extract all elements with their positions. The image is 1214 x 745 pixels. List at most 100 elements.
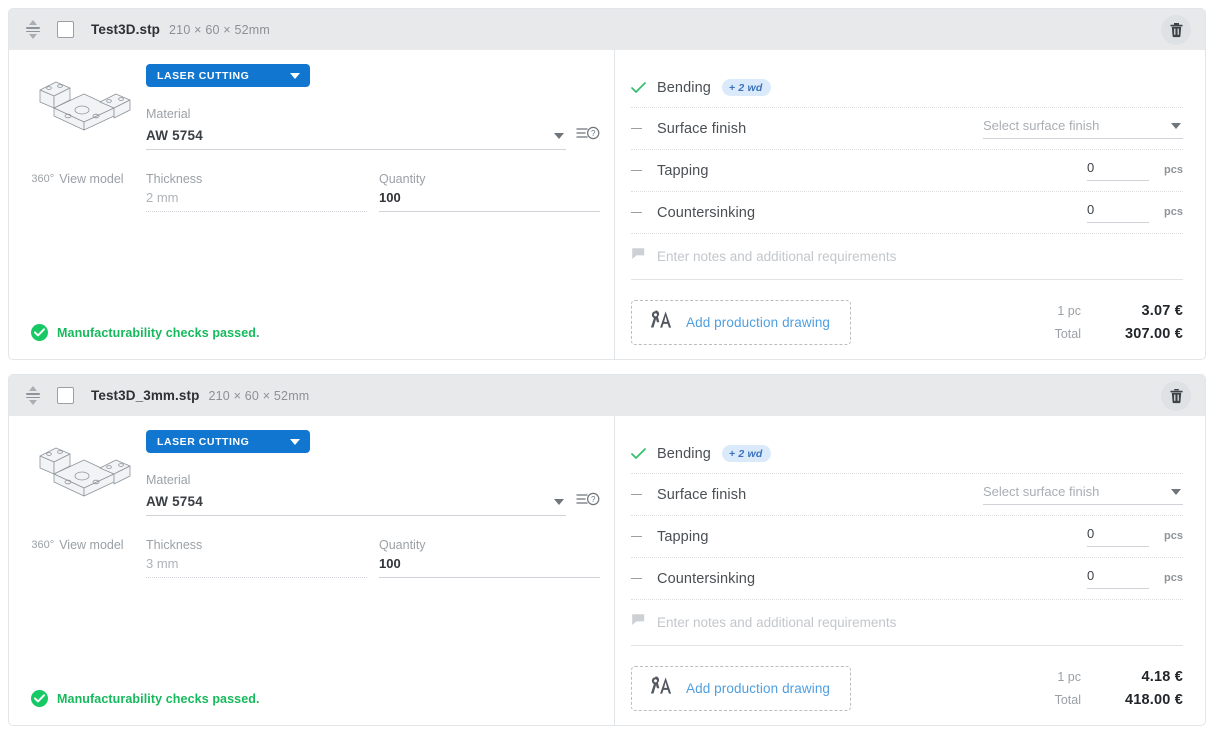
- operation-row-surface-finish[interactable]: Surface finish Select surface finish: [631, 474, 1183, 516]
- operation-row-countersinking[interactable]: Countersinking 0 pcs: [631, 192, 1183, 234]
- view-model-button[interactable]: 360° View model: [31, 172, 123, 186]
- part-file-name: Test3D.stp: [91, 22, 161, 37]
- reorder-handle-icon[interactable]: [22, 17, 44, 43]
- tapping-quantity-input[interactable]: 0: [1087, 526, 1149, 547]
- part-dimensions: 210 × 60 × 52mm: [169, 22, 270, 37]
- quantity-input[interactable]: 100: [379, 556, 600, 578]
- pricing-summary: 1 pc 4.18 € Total 418.00 €: [1055, 669, 1183, 708]
- total-price-label: Total: [1054, 327, 1081, 341]
- svg-text:?: ?: [591, 495, 596, 504]
- reorder-handle-icon[interactable]: [22, 383, 44, 409]
- card-footer: Add production drawing 1 pc 3.07 € Total…: [631, 280, 1183, 345]
- countersinking-unit: pcs: [1164, 572, 1183, 584]
- parts-list-page: Test3D.stp 210 × 60 × 52mm 360° View mod…: [0, 0, 1214, 745]
- tapping-quantity-input[interactable]: 0: [1087, 160, 1149, 181]
- countersinking-unit: pcs: [1164, 206, 1183, 218]
- part-card-body: 360° View model LASER CUTTING Material A…: [9, 50, 1205, 359]
- arrow-up-icon: [29, 19, 37, 25]
- operation-row-countersinking[interactable]: Countersinking 0 pcs: [631, 558, 1183, 600]
- select-part-checkbox[interactable]: [57, 387, 74, 404]
- drafting-compass-icon: [648, 674, 673, 703]
- dimension-fields: Thickness 3 mm Quantity 100: [146, 538, 600, 578]
- operation-row-tapping[interactable]: Tapping 0 pcs: [631, 516, 1183, 558]
- thickness-field: Thickness 3 mm: [146, 538, 367, 578]
- part-3d-thumbnail[interactable]: [22, 72, 134, 154]
- thickness-value: 2 mm: [146, 190, 367, 212]
- chevron-down-icon: [1171, 122, 1181, 129]
- material-select[interactable]: AW 5754: [146, 128, 566, 150]
- part-config-pane: 360° View model LASER CUTTING Material A…: [9, 50, 615, 359]
- notes-placeholder: Enter notes and additional requirements: [657, 249, 897, 264]
- quantity-field[interactable]: Quantity 100: [379, 538, 600, 578]
- surface-finish-select[interactable]: Select surface finish: [983, 118, 1183, 139]
- manufacturability-text: Manufacturability checks passed.: [57, 325, 260, 340]
- check-icon: [631, 447, 657, 460]
- add-production-drawing-label: Add production drawing: [686, 681, 831, 696]
- operation-label: Countersinking: [657, 570, 756, 587]
- surface-finish-placeholder: Select surface finish: [983, 484, 1100, 499]
- operation-row-tapping[interactable]: Tapping 0 pcs: [631, 150, 1183, 192]
- material-field-group: Material AW 5754 ?: [146, 107, 600, 150]
- thickness-field: Thickness 2 mm: [146, 172, 367, 212]
- total-price-label: Total: [1054, 693, 1081, 707]
- select-part-checkbox[interactable]: [57, 21, 74, 38]
- material-value: AW 5754: [146, 494, 203, 509]
- svg-text:?: ?: [591, 129, 596, 138]
- total-price-value: 307.00 €: [1124, 326, 1183, 342]
- comment-icon: [631, 613, 646, 632]
- part-config-pane: 360° View model LASER CUTTING Material A…: [9, 416, 615, 725]
- part-fields-column: LASER CUTTING Material AW 5754 ? Thickne…: [146, 430, 614, 725]
- quantity-label: Quantity: [379, 538, 426, 552]
- quantity-input[interactable]: 100: [379, 190, 600, 212]
- process-select-button[interactable]: LASER CUTTING: [146, 64, 310, 87]
- pricing-summary: 1 pc 3.07 € Total 307.00 €: [1055, 303, 1183, 342]
- delete-part-button[interactable]: [1161, 380, 1191, 411]
- view-model-label: View model: [59, 538, 124, 552]
- thickness-label: Thickness: [146, 538, 203, 552]
- part-preview-column: 360° View model: [9, 64, 146, 359]
- material-value: AW 5754: [146, 128, 203, 143]
- operation-row-bending[interactable]: Bending + 2 wd: [631, 68, 1183, 108]
- part-dimensions: 210 × 60 × 52mm: [208, 388, 310, 403]
- view-model-button[interactable]: 360° View model: [31, 538, 123, 552]
- countersinking-quantity-input[interactable]: 0: [1087, 202, 1149, 223]
- chevron-down-icon: [290, 72, 300, 79]
- arrow-up-icon: [29, 385, 37, 391]
- material-info-icon[interactable]: ?: [576, 491, 600, 516]
- part-preview-column: 360° View model: [9, 430, 146, 725]
- dash-icon: [631, 211, 657, 214]
- manufacturability-status: Manufacturability checks passed.: [31, 324, 260, 341]
- quantity-field[interactable]: Quantity 100: [379, 172, 600, 212]
- manufacturability-status: Manufacturability checks passed.: [31, 690, 260, 707]
- view-model-label: View model: [59, 172, 124, 186]
- quantity-label: Quantity: [379, 172, 426, 186]
- unit-price-label: 1 pc: [1057, 304, 1081, 318]
- process-select-button[interactable]: LASER CUTTING: [146, 430, 310, 453]
- delete-part-button[interactable]: [1161, 14, 1191, 45]
- operation-row-bending[interactable]: Bending + 2 wd: [631, 434, 1183, 474]
- notes-input[interactable]: Enter notes and additional requirements: [631, 234, 1183, 280]
- surface-finish-select[interactable]: Select surface finish: [983, 484, 1183, 505]
- material-label: Material: [146, 107, 191, 121]
- manufacturability-text: Manufacturability checks passed.: [57, 691, 260, 706]
- handle-bars-icon: [26, 392, 40, 399]
- add-production-drawing-button[interactable]: Add production drawing: [631, 300, 852, 345]
- dash-icon: [631, 127, 657, 130]
- add-production-drawing-button[interactable]: Add production drawing: [631, 666, 852, 711]
- process-label: LASER CUTTING: [157, 69, 250, 82]
- chevron-down-icon: [554, 498, 564, 505]
- part-card-header: Test3D_3mm.stp 210 × 60 × 52mm: [9, 375, 1205, 416]
- operation-row-surface-finish[interactable]: Surface finish Select surface finish: [631, 108, 1183, 150]
- material-info-icon[interactable]: ?: [576, 125, 600, 150]
- check-circle-icon: [31, 324, 48, 341]
- part-3d-thumbnail[interactable]: [22, 438, 134, 520]
- notes-input[interactable]: Enter notes and additional requirements: [631, 600, 1183, 646]
- lead-time-badge: + 2 wd: [721, 445, 771, 462]
- material-select[interactable]: AW 5754: [146, 494, 566, 516]
- operation-label: Bending: [657, 79, 711, 96]
- dash-icon: [631, 169, 657, 172]
- rotate-360-icon: 360°: [31, 539, 55, 551]
- countersinking-quantity-input[interactable]: 0: [1087, 568, 1149, 589]
- notes-placeholder: Enter notes and additional requirements: [657, 615, 897, 630]
- dash-icon: [631, 577, 657, 580]
